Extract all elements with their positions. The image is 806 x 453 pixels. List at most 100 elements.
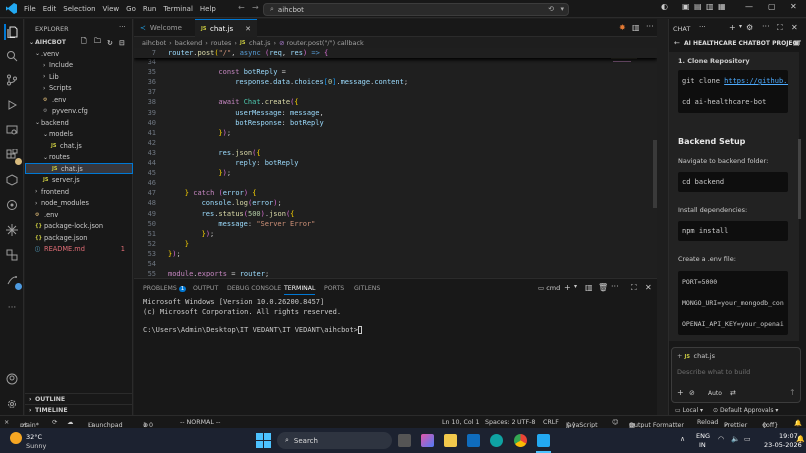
remote-indicator-icon[interactable]: ⨯ [4, 419, 9, 426]
language-region[interactable]: IN [699, 441, 706, 449]
local-selector[interactable]: ▭ Local ▾ [675, 407, 703, 414]
indentation[interactable]: Spaces: 2 [485, 419, 516, 426]
language-code[interactable]: ENG [696, 432, 710, 440]
menu-view[interactable]: View [103, 5, 120, 13]
chat-scrollbar[interactable] [798, 139, 801, 219]
explorer-item[interactable]: ⓘ README.md 1 [25, 244, 133, 255]
testing-icon[interactable] [4, 247, 20, 263]
tools-icon[interactable]: ⊘ [689, 389, 695, 397]
gitlens-icon[interactable] [4, 197, 20, 213]
run-debug-icon[interactable] [4, 97, 20, 113]
add-context-icon[interactable]: + [677, 388, 684, 397]
chevron-down-icon[interactable]: ▾ [739, 23, 742, 30]
copilot-toggle-icon[interactable]: ◐ [661, 2, 668, 11]
publish-icon[interactable]: ☁ [67, 419, 73, 426]
refresh-icon[interactable]: ↻ [107, 39, 113, 47]
explorer-item[interactable]: › Lib [25, 71, 133, 82]
command-center-search[interactable]: ⌕ aihcbot ⟲ ▾ [263, 3, 569, 16]
timeline-section[interactable]: › TIMELINE [25, 404, 133, 415]
panel-more-icon[interactable]: ··· [611, 282, 619, 291]
account-icon[interactable] [4, 371, 20, 387]
explorer-item[interactable]: ⌄ models [25, 129, 133, 140]
code-block-cd-backend[interactable]: cd backend [678, 172, 788, 192]
maximize-panel-icon[interactable]: ⛶ [631, 283, 637, 293]
explorer-item[interactable]: ⌄ .venv [25, 48, 133, 59]
split-editor-icon[interactable]: ▥ [632, 23, 640, 32]
weather-sun-icon[interactable] [10, 432, 22, 444]
search-icon[interactable] [4, 48, 20, 64]
battery-icon[interactable]: ▭ [744, 435, 751, 443]
more-dots-icon[interactable]: ··· [4, 300, 20, 316]
chat-overflow-icon[interactable]: ··· [762, 22, 770, 31]
breadcrumb-item[interactable]: routes [211, 39, 232, 47]
close-panel-icon[interactable]: ✕ [645, 283, 652, 292]
explorer-item[interactable]: ⌄ backend [25, 117, 133, 128]
menu-file[interactable]: File [24, 5, 36, 13]
explorer-item[interactable]: JS chat.js [25, 163, 133, 174]
copilot-edits-icon[interactable]: ✸ [619, 23, 626, 32]
tab-welcome[interactable]: ≺ Welcome [134, 19, 194, 37]
breadcrumb-item[interactable]: backend [175, 39, 202, 47]
outlook-icon[interactable] [467, 434, 480, 447]
notification-bell-icon[interactable]: 🔔 [796, 435, 805, 443]
explorer-root[interactable]: ⌄ AIHCBOT 🗋 🗀 ↻ ⊟ [25, 37, 133, 48]
minimize-icon[interactable]: — [745, 2, 753, 11]
split-terminal-icon[interactable]: ▥ [585, 283, 593, 292]
layout-panel-icon[interactable]: ▤ [694, 2, 702, 11]
menu-terminal[interactable]: Terminal [163, 5, 193, 13]
chevron-down-icon[interactable]: ▾ [574, 283, 577, 290]
terminal-prompt[interactable]: C:\Users\Admin\Desktop\IT VEDANT\IT VEDA… [143, 326, 362, 334]
clock-time[interactable]: 19:07 [779, 432, 798, 440]
file-explorer-icon[interactable] [444, 434, 457, 447]
chat-input-box[interactable]: + JS chat.js Describe what to build + ⊘ A… [671, 347, 801, 403]
explorer-item[interactable]: {} package.json [25, 232, 133, 243]
chat-more-icon[interactable]: ··· [699, 23, 706, 31]
copilot-status-icon[interactable]: ☺ [612, 419, 619, 426]
encoding[interactable]: UTF-8 [517, 419, 535, 426]
explorer-item[interactable]: ⌄ routes [25, 152, 133, 163]
customize-layout-icon[interactable]: ▦ [718, 2, 726, 11]
new-file-icon[interactable]: 🗋 [81, 37, 87, 48]
taskbar-search[interactable]: ⌕ Search [277, 432, 392, 449]
new-folder-icon[interactable]: 🗀 [94, 37, 101, 48]
explorer-more-icon[interactable]: ··· [119, 23, 126, 31]
explorer-files-icon[interactable] [4, 24, 20, 40]
code-block-npm-install[interactable]: npm install [678, 221, 788, 241]
copilot-app-icon[interactable] [421, 434, 434, 447]
spark-icon[interactable] [4, 222, 20, 238]
tab-gitlens[interactable]: GITLENS [354, 285, 380, 292]
trash-icon[interactable]: 🗑 [598, 283, 608, 292]
task-view-icon[interactable] [398, 434, 411, 447]
windows-start-icon[interactable] [256, 433, 271, 448]
wifi-icon[interactable]: ◠ [718, 435, 724, 443]
source-control-icon[interactable] [4, 72, 20, 88]
code-block-clone[interactable]: git clone https://github.c cd ai-healthc… [678, 70, 788, 113]
copilot-icon[interactable]: ⟲ [548, 5, 554, 13]
breadcrumb-item[interactable]: aihcbot [142, 39, 166, 47]
new-chat-icon[interactable]: + [729, 23, 736, 32]
cursor-position[interactable]: Ln 10, Col 1 [442, 419, 480, 426]
containers-icon[interactable] [4, 172, 20, 188]
forward-arrow-icon[interactable]: → [252, 3, 259, 12]
explorer-item[interactable]: › node_modules [25, 198, 133, 209]
show-hidden-icons-icon[interactable]: ∧ [680, 435, 685, 443]
remote-explorer-icon[interactable] [4, 122, 20, 138]
tab-ports[interactable]: PORTS [324, 285, 344, 292]
docker-icon[interactable] [4, 272, 22, 290]
tab-output[interactable]: OUTPUT [193, 285, 218, 292]
model-config-icon[interactable]: ⇄ [730, 389, 736, 397]
vscode-taskbar-icon[interactable] [537, 434, 550, 447]
code-block-env[interactable]: PORT=5000 MONGO_URI=your_mongodb_con OPE… [678, 271, 788, 335]
explorer-item[interactable]: JS server.js [25, 175, 133, 186]
layout-sidebar-icon[interactable]: ▣ [682, 2, 690, 11]
end-of-line[interactable]: CRLF [543, 419, 559, 426]
menu-go[interactable]: Go [126, 5, 136, 13]
explorer-item[interactable]: {} package-lock.json [25, 221, 133, 232]
code-editor[interactable]: 7 router.post("/", async (req, res) => {… [134, 48, 657, 277]
repo-link[interactable]: https://github.c [724, 77, 788, 85]
breadcrumb-item[interactable]: chat.js [249, 39, 270, 47]
extensions-icon[interactable] [4, 147, 22, 165]
outline-section[interactable]: › OUTLINE [25, 393, 133, 404]
mode-selector[interactable]: Auto [708, 390, 722, 397]
edge-icon[interactable] [490, 434, 503, 447]
